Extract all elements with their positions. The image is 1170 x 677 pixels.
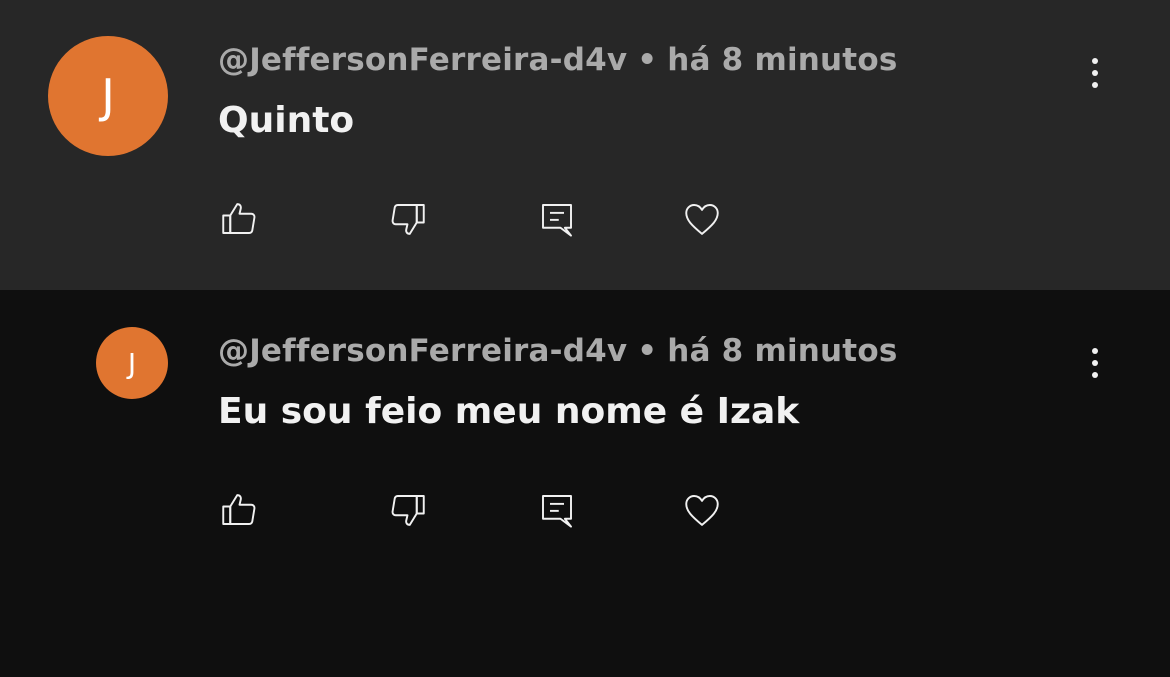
heart-button[interactable] xyxy=(678,486,726,534)
thumb-down-icon xyxy=(391,204,425,235)
comment-text: Quinto xyxy=(218,100,355,141)
like-button[interactable] xyxy=(215,486,263,534)
reply-comment-icon xyxy=(542,495,572,528)
heart-button[interactable] xyxy=(678,195,726,243)
comment-actions xyxy=(0,486,1170,534)
heart-icon xyxy=(685,495,719,526)
dislike-button[interactable] xyxy=(384,195,432,243)
comment-actions xyxy=(0,195,1170,243)
comment-meta: @JeffersonFerreira-d4v • há 8 minutos xyxy=(218,333,897,369)
author-handle[interactable]: @JeffersonFerreira-d4v xyxy=(218,333,627,369)
thumb-up-icon xyxy=(222,203,256,234)
thumb-up-icon xyxy=(222,494,256,525)
reply-button[interactable] xyxy=(533,486,581,534)
comment-meta: @JeffersonFerreira-d4v • há 8 minutos xyxy=(218,42,897,78)
comment-text: Eu sou feio meu nome é Izak xyxy=(218,391,800,432)
reply-button[interactable] xyxy=(533,195,581,243)
more-vertical-icon[interactable] xyxy=(1080,51,1110,95)
avatar-letter: J xyxy=(101,69,115,123)
reply-comment: J @JeffersonFerreira-d4v • há 8 minutos Eu… xyxy=(0,290,1170,677)
timestamp: há 8 minutos xyxy=(667,333,898,369)
thumb-down-icon xyxy=(391,495,425,526)
meta-separator: • xyxy=(637,42,658,78)
more-vertical-icon[interactable] xyxy=(1080,341,1110,385)
comment: J @JeffersonFerreira-d4v • há 8 minutos Qu… xyxy=(0,0,1170,290)
like-button[interactable] xyxy=(215,195,263,243)
author-handle[interactable]: @JeffersonFerreira-d4v xyxy=(218,42,627,78)
heart-icon xyxy=(685,204,719,235)
timestamp: há 8 minutos xyxy=(667,42,898,78)
avatar[interactable]: J xyxy=(48,36,168,156)
dislike-button[interactable] xyxy=(384,486,432,534)
avatar[interactable]: J xyxy=(96,327,168,399)
reply-comment-icon xyxy=(542,204,572,237)
meta-separator: • xyxy=(637,333,658,369)
avatar-letter: J xyxy=(127,346,137,380)
